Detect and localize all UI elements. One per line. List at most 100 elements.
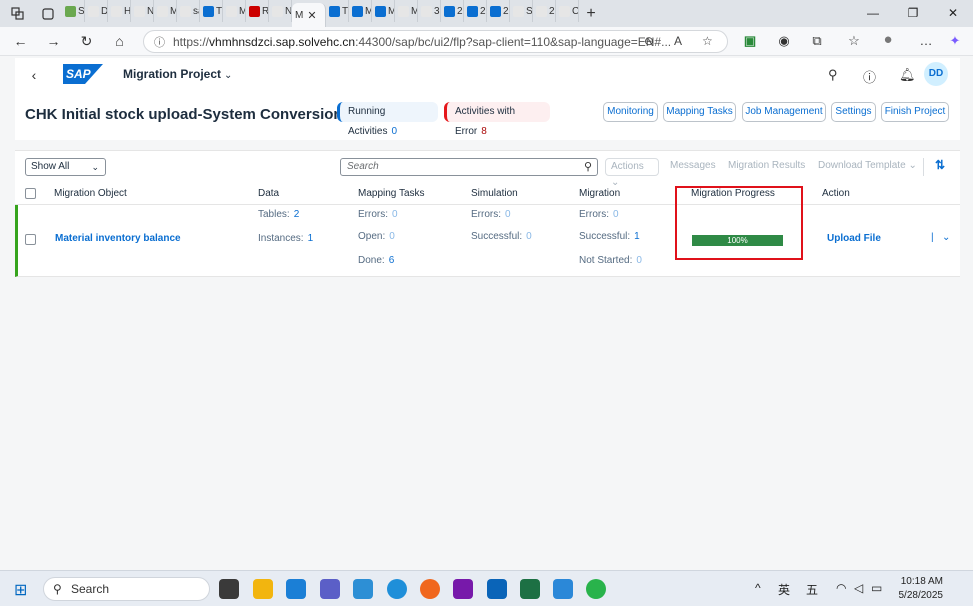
app-title-menu[interactable]: Migration Project ⌄ [123,67,232,81]
col-mapping-tasks[interactable]: Mapping Tasks [358,188,425,199]
zoom-icon[interactable]: ⊖ [644,34,654,48]
instances-value[interactable]: 1 [308,233,314,244]
actions-menu-button[interactable]: Actions ⌄ [605,158,659,188]
onenote-icon[interactable] [453,579,473,599]
browser-tab[interactable]: Mi [395,0,418,22]
back-arrow-icon[interactable]: ← [4,33,37,49]
browser-tab[interactable]: sa [177,0,200,22]
new-tab-button[interactable]: + [579,5,603,23]
help-icon[interactable]: ⓘ [863,67,876,86]
mig-success-value[interactable]: 1 [634,231,640,242]
battery-icon[interactable]: ▭ [871,581,882,595]
favorite-star-icon[interactable]: ☆ [702,34,713,48]
close-tab-icon[interactable]: ✕ [307,9,316,22]
migration-object-link[interactable]: Material inventory balance [55,233,181,244]
browser-tab[interactable]: Se [510,0,533,22]
browser-tab-active[interactable]: M ✕ [292,3,326,27]
running-activities-badge[interactable]: Running Activities 0 [337,102,438,137]
extensions-icon[interactable]: ⧉ [808,33,826,49]
app-orange-icon[interactable] [420,579,440,599]
close-window-button[interactable]: ✕ [933,0,973,27]
search-icon[interactable]: ⚲ [584,159,592,175]
taskbar-search[interactable]: ⚲ Search [43,577,210,601]
tables-value[interactable]: 2 [294,209,300,220]
browser-tab[interactable]: Mi [349,0,372,22]
teams-icon[interactable] [320,579,340,599]
tab-actions-icon[interactable] [34,7,62,20]
search-icon[interactable]: ⚲ [828,67,838,83]
browser-tab[interactable]: SA [62,0,85,22]
browser-tab[interactable]: 29 [487,0,510,22]
home-icon[interactable]: ⌂ [103,33,136,49]
extension-green-icon[interactable]: ▣ [741,33,759,49]
task-view-icon[interactable] [219,579,239,599]
store-icon[interactable] [286,579,306,599]
monitoring-button[interactable]: Monitoring [603,102,658,122]
browser-tab[interactable]: Mi [154,0,177,22]
app-icon[interactable] [353,579,373,599]
restore-button[interactable]: ❐ [893,0,933,27]
table-row[interactable]: Material inventory balance Tables: 2 Inst… [15,205,960,277]
browser-tab[interactable]: Tu [200,0,223,22]
browser-tab[interactable]: Ch [556,0,579,22]
browser-tab[interactable]: Ho [108,0,131,22]
ime-mode-1[interactable]: 英 [778,581,790,598]
browser-tab[interactable]: RE [246,0,269,22]
finish-project-button[interactable]: Finish Project [881,102,949,122]
job-management-button[interactable]: Job Management [742,102,826,122]
settings-button[interactable]: Settings [831,102,876,122]
sort-icon[interactable]: ⇅ [935,158,945,172]
minimize-button[interactable]: — [853,0,893,27]
browser-tab[interactable]: Mi [223,0,246,22]
volume-icon[interactable]: ◁ [854,581,863,595]
mapping-tasks-button[interactable]: Mapping Tasks [663,102,736,122]
col-migration-object[interactable]: Migration Object [54,188,127,199]
browser-tab[interactable]: No [131,0,154,22]
row-actions-menu[interactable]: | ⌄ [931,232,950,243]
browser-tab[interactable]: 26 [464,0,487,22]
refresh-icon[interactable]: ↻ [70,33,103,50]
more-icon[interactable]: … [917,33,935,48]
error-activities-badge[interactable]: Activities with Error 8 [444,102,550,137]
browser-tab[interactable]: No [269,0,292,22]
select-all-checkbox[interactable] [25,188,36,199]
row-checkbox[interactable] [25,234,36,245]
upload-file-link[interactable]: Upload File [827,233,881,244]
avatar[interactable]: DD [924,62,948,86]
read-aloud-icon[interactable]: A [674,34,682,48]
file-explorer-icon[interactable] [253,579,273,599]
notepad-icon[interactable] [553,579,573,599]
notifications-icon[interactable]: 🔔︎ [899,67,916,83]
show-all-select[interactable]: Show All ⌄ [25,158,106,176]
col-action[interactable]: Action [822,188,850,199]
col-migration[interactable]: Migration [579,188,620,199]
windows-start-icon[interactable]: ⊞ [14,580,27,600]
tray-chevron-icon[interactable]: ^ [755,581,761,595]
map-done-value[interactable]: 6 [389,255,395,266]
ime-mode-2[interactable]: 五 [806,581,818,598]
search-input[interactable]: Search ⚲ [340,158,598,176]
sap-logo[interactable]: SAP [63,64,103,84]
browser-tab[interactable]: 35 [418,0,441,22]
browser-tab[interactable]: Tu [326,0,349,22]
shell-back-icon[interactable]: ‹ [15,67,53,83]
browser-tab[interactable]: Mi [372,0,395,22]
download-template-button[interactable]: Download Template ⌄ [818,160,917,171]
copilot-icon[interactable]: ✦ [946,33,964,49]
outlook-icon[interactable] [487,579,507,599]
browser-tab[interactable]: 29 [441,0,464,22]
wifi-icon[interactable]: ◠ [836,581,846,595]
wechat-icon[interactable] [586,579,606,599]
col-data[interactable]: Data [258,188,279,199]
url-field[interactable]: ⓘ https://vhmhnsdzci.sap.solvehc.cn:4430… [143,30,728,53]
messages-button[interactable]: Messages [670,160,716,171]
browser-tab[interactable]: Di [85,0,108,22]
edge-icon[interactable] [387,579,407,599]
extension-gray-icon[interactable]: ◉ [775,33,793,49]
excel-icon[interactable] [520,579,540,599]
favorites-icon[interactable]: ☆ [845,33,863,49]
site-info-icon[interactable]: ⓘ [154,34,165,50]
profile-icon[interactable]: ● [879,31,897,48]
col-simulation[interactable]: Simulation [471,188,518,199]
forward-arrow-icon[interactable]: → [37,33,70,49]
